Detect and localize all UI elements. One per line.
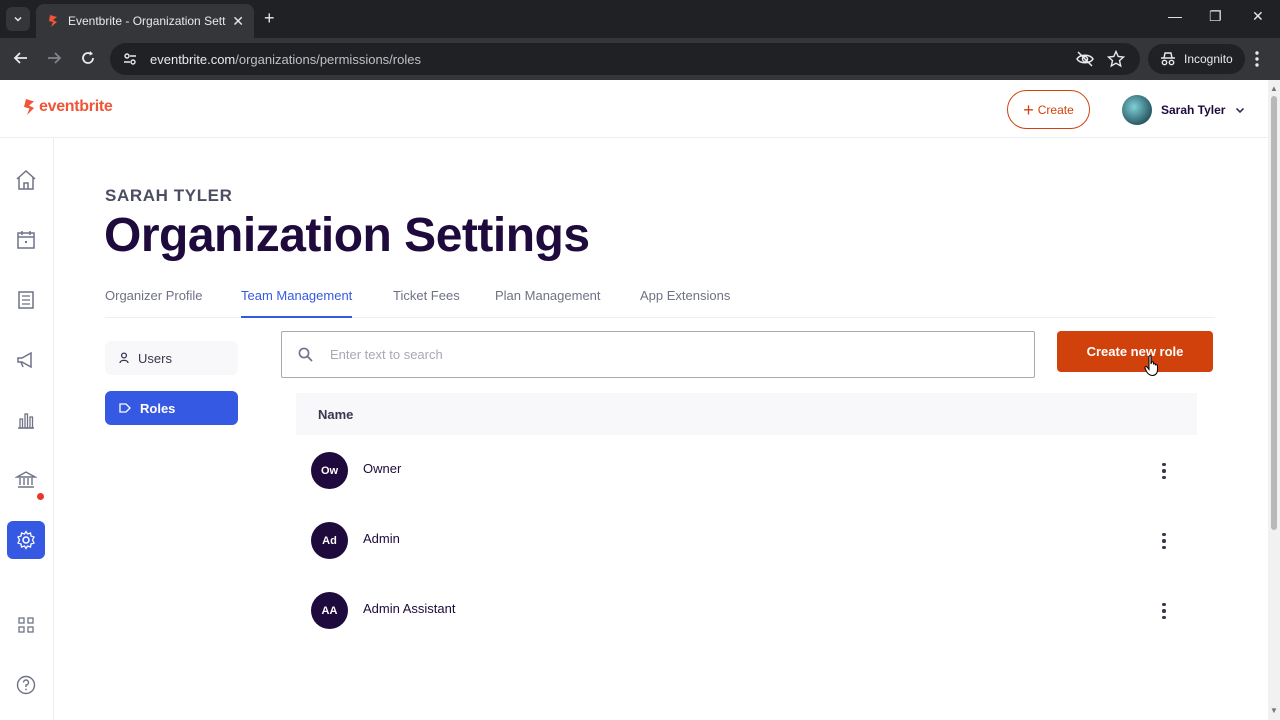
- notification-dot: [37, 493, 44, 500]
- browser-menu-icon[interactable]: [1254, 50, 1260, 68]
- sidebar-item-help[interactable]: [7, 666, 45, 704]
- role-name[interactable]: Admin Assistant: [363, 601, 456, 616]
- tab-team-management[interactable]: Team Management: [241, 288, 353, 318]
- subnav-roles-label: Roles: [140, 400, 176, 416]
- table-row[interactable]: Ad Admin: [296, 505, 1197, 575]
- eventbrite-favicon-icon: [49, 15, 57, 27]
- sidebar: [0, 138, 54, 720]
- sidebar-item-orders[interactable]: [7, 281, 45, 319]
- restore-button[interactable]: ❐: [1209, 8, 1222, 25]
- tab-app-extensions[interactable]: App Extensions: [640, 288, 730, 318]
- close-tab-icon[interactable]: ✕: [232, 13, 244, 30]
- create-button-label: Create: [1037, 102, 1074, 117]
- incognito-icon: [1161, 52, 1175, 66]
- finance-icon: [15, 471, 37, 488]
- incognito-label: Incognito: [1184, 52, 1233, 66]
- avatar: [1122, 95, 1152, 125]
- role-initials-badge: AA: [311, 592, 348, 629]
- page-title: Organization Settings: [104, 209, 590, 262]
- page: eventbrite + Create Sarah Tyler ▲ ▼ SARA…: [0, 80, 1280, 720]
- url-text: eventbrite.com/organizations/permissions…: [150, 52, 421, 67]
- eye-off-icon[interactable]: [1076, 50, 1094, 68]
- table-row[interactable]: Ow Owner: [296, 435, 1197, 505]
- table-row[interactable]: AA Admin Assistant: [296, 575, 1197, 645]
- bookmark-star-icon[interactable]: [1107, 50, 1125, 68]
- tab-ticket-fees[interactable]: Ticket Fees: [393, 288, 460, 318]
- sidebar-item-reports[interactable]: [7, 401, 45, 439]
- scroll-down-arrow-icon[interactable]: ▼: [1270, 706, 1278, 715]
- tab-plan-management[interactable]: Plan Management: [495, 288, 601, 318]
- new-tab-button[interactable]: +: [264, 9, 275, 27]
- user-name: Sarah Tyler: [1161, 103, 1226, 117]
- search-icon: [298, 347, 313, 362]
- sidebar-item-settings[interactable]: [7, 521, 45, 559]
- settings-tabs: Organizer Profile Team Management Ticket…: [105, 288, 1215, 318]
- role-name[interactable]: Admin: [363, 531, 400, 546]
- role-initials-badge: Ad: [311, 522, 348, 559]
- create-button[interactable]: + Create: [1007, 90, 1090, 129]
- home-icon: [16, 169, 36, 190]
- site-settings-icon[interactable]: [122, 51, 138, 67]
- more-options-icon[interactable]: [1156, 529, 1172, 553]
- top-navigation: eventbrite + Create Sarah Tyler: [0, 80, 1268, 138]
- sidebar-item-apps[interactable]: [7, 606, 45, 644]
- logo-text: eventbrite: [39, 98, 113, 115]
- close-window-button[interactable]: ✕: [1252, 8, 1264, 25]
- sidebar-item-marketing[interactable]: [7, 341, 45, 379]
- subnav-users-label: Users: [138, 350, 172, 366]
- incognito-indicator[interactable]: Incognito: [1148, 44, 1245, 74]
- scroll-up-arrow-icon[interactable]: ▲: [1270, 84, 1278, 93]
- subnav-item-roles[interactable]: Roles: [105, 391, 238, 425]
- browser-address-bar: eventbrite.com/organizations/permissions…: [0, 38, 1280, 80]
- table-header-name: Name: [296, 393, 1197, 435]
- more-options-icon[interactable]: [1156, 599, 1172, 623]
- user-menu[interactable]: Sarah Tyler: [1122, 94, 1245, 126]
- browser-tab[interactable]: Eventbrite - Organization Settings ✕: [36, 4, 254, 38]
- more-options-icon[interactable]: [1156, 459, 1172, 483]
- organization-owner-name: SARAH TYLER: [105, 186, 233, 205]
- tab-search-button[interactable]: [6, 7, 30, 31]
- chevron-down-icon: [14, 16, 22, 22]
- help-icon: [16, 675, 36, 695]
- subnav-item-users[interactable]: Users: [105, 341, 238, 375]
- tab-organizer-profile[interactable]: Organizer Profile: [105, 288, 203, 318]
- create-new-role-button[interactable]: Create new role: [1057, 331, 1213, 372]
- plus-icon: +: [1023, 99, 1034, 120]
- reload-icon[interactable]: [80, 50, 96, 66]
- url-domain: eventbrite.com: [150, 51, 236, 67]
- reports-icon: [18, 413, 34, 429]
- chevron-down-icon: [1236, 107, 1245, 114]
- apps-icon: [18, 617, 34, 633]
- eventbrite-logo[interactable]: eventbrite: [22, 98, 113, 116]
- url-path: /organizations/permissions/roles: [235, 51, 421, 67]
- calendar-icon: [17, 231, 35, 249]
- sidebar-item-home[interactable]: [7, 161, 45, 199]
- forward-arrow-icon[interactable]: [46, 50, 62, 66]
- user-icon: [119, 352, 129, 364]
- back-arrow-icon[interactable]: [13, 50, 29, 66]
- role-name[interactable]: Owner: [363, 461, 401, 476]
- sidebar-item-events[interactable]: [7, 221, 45, 259]
- url-field[interactable]: eventbrite.com/organizations/permissions…: [110, 43, 1140, 75]
- browser-tab-bar: Eventbrite - Organization Settings ✕ + —…: [0, 0, 1280, 38]
- minimize-button[interactable]: —: [1168, 8, 1182, 24]
- orders-icon: [18, 291, 34, 309]
- page-scrollbar[interactable]: ▲ ▼: [1268, 80, 1280, 720]
- search-input[interactable]: [330, 347, 930, 362]
- eventbrite-logo-mark-icon: [24, 99, 34, 115]
- tag-icon: [119, 402, 131, 414]
- scrollbar-thumb[interactable]: [1271, 96, 1277, 530]
- megaphone-icon: [17, 351, 32, 369]
- settings-icon: [17, 530, 35, 550]
- role-search: [281, 331, 1035, 378]
- hand-cursor-icon: [1144, 355, 1158, 377]
- role-initials-badge: Ow: [311, 452, 348, 489]
- tab-title: Eventbrite - Organization Settings: [68, 14, 226, 28]
